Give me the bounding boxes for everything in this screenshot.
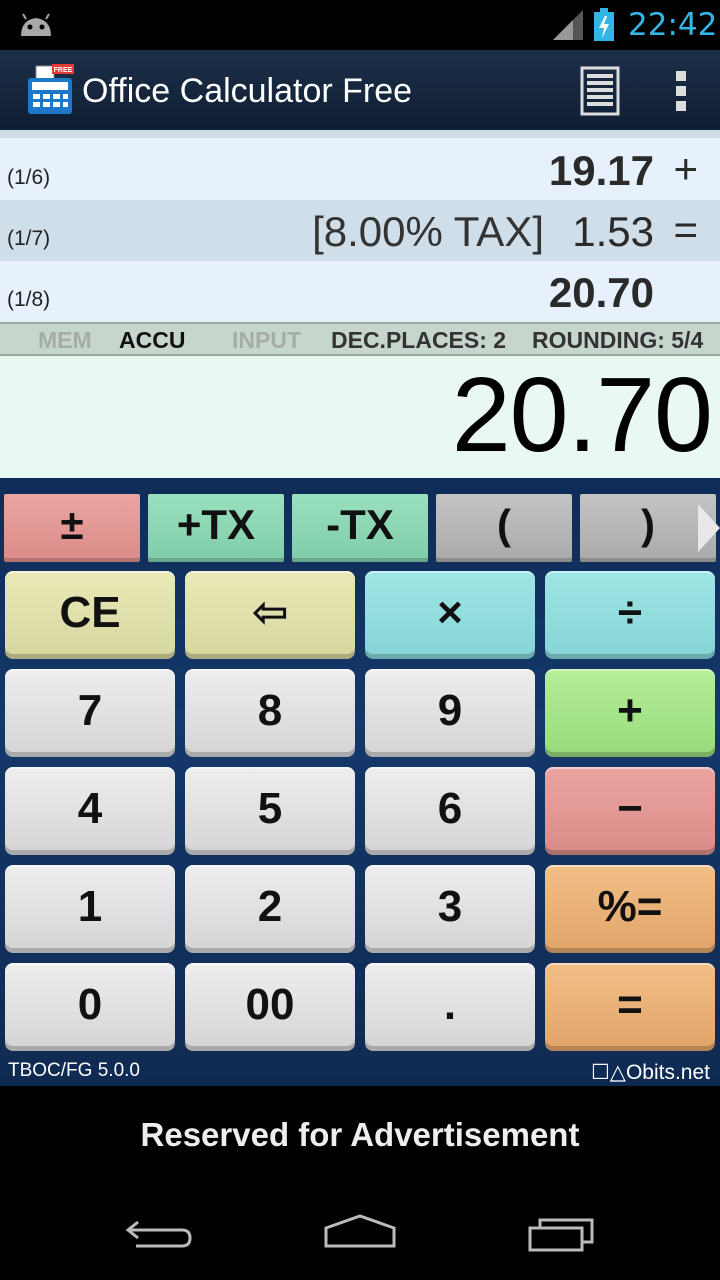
overflow-menu-icon[interactable] <box>668 68 694 114</box>
mem-indicator: MEM <box>38 327 92 353</box>
equals-button[interactable]: = <box>545 963 715 1051</box>
version-label: TBOC/FG 5.0.0 <box>8 1060 140 1081</box>
decimal-places-indicator: DEC.PLACES: 2 <box>331 327 507 353</box>
battery-charging-icon <box>594 8 614 41</box>
backspace-button[interactable]: ⇦ <box>185 571 355 659</box>
plus-minus-button[interactable]: ± <box>4 494 140 562</box>
brand-link[interactable]: ☐△Obits.net <box>591 1060 710 1085</box>
tape-row[interactable]: (1/6) 19.17 + <box>0 139 720 200</box>
tape-row-value: 1.53 <box>572 208 654 255</box>
home-icon[interactable] <box>322 1212 398 1252</box>
keypad: ± +TX -TX ( ) CE ⇦ × ÷ 7 8 9 + 4 5 6 − 1… <box>0 478 720 1086</box>
display-value: 20.70 <box>451 356 713 474</box>
digit-3-button[interactable]: 3 <box>365 865 535 953</box>
tape-row-tax-label: [8.00% TAX] <box>312 208 544 255</box>
tape-row[interactable]: (1/7) [8.00% TAX] 1.53 = <box>0 200 720 261</box>
svg-text:FREE: FREE <box>54 67 73 74</box>
result-display: 20.70 <box>0 356 720 478</box>
signal-icon <box>553 10 583 40</box>
tape-icon[interactable] <box>580 66 620 116</box>
decimal-point-button[interactable]: . <box>365 963 535 1051</box>
digit-4-button[interactable]: 4 <box>5 767 175 855</box>
tape-row-index: (1/7) <box>7 227 51 250</box>
rounding-indicator: ROUNDING: 5/4 <box>532 327 704 353</box>
tape-row-operator: + <box>673 145 698 192</box>
tape-row[interactable]: (1/8) 20.70 <box>0 261 720 322</box>
remove-tax-button[interactable]: -TX <box>292 494 428 562</box>
digit-7-button[interactable]: 7 <box>5 669 175 757</box>
tape-row-operator: = <box>673 206 698 253</box>
calculation-tape: (1/6) 19.17 + (1/7) [8.00% TAX] 1.53 = (… <box>0 130 720 322</box>
add-tax-button[interactable]: +TX <box>148 494 284 562</box>
status-info-bar: MEM ACCU INPUT DEC.PLACES: 2 ROUNDING: 5… <box>0 322 720 356</box>
digit-1-button[interactable]: 1 <box>5 865 175 953</box>
recents-icon[interactable] <box>526 1214 598 1254</box>
clear-entry-button[interactable]: CE <box>5 571 175 659</box>
double-zero-button[interactable]: 00 <box>185 963 355 1051</box>
status-bar: 22:42 <box>0 0 720 50</box>
multiply-button[interactable]: × <box>365 571 535 659</box>
tape-partial-row <box>0 130 720 138</box>
close-paren-button[interactable]: ) <box>580 494 716 562</box>
advertisement-placeholder: Reserved for Advertisement <box>140 1116 580 1153</box>
tape-row-value: 19.17 <box>548 147 654 194</box>
digit-0-button[interactable]: 0 <box>5 963 175 1051</box>
accu-indicator: ACCU <box>119 327 186 353</box>
open-paren-button[interactable]: ( <box>436 494 572 562</box>
divide-button[interactable]: ÷ <box>545 571 715 659</box>
scroll-right-icon[interactable] <box>698 504 720 552</box>
tape-row-index: (1/6) <box>7 166 51 189</box>
app-calculator-icon: FREE <box>28 64 74 114</box>
tape-row-index: (1/8) <box>7 288 51 311</box>
back-icon[interactable] <box>124 1214 196 1254</box>
digit-5-button[interactable]: 5 <box>185 767 355 855</box>
plus-button[interactable]: + <box>545 669 715 757</box>
digit-2-button[interactable]: 2 <box>185 865 355 953</box>
digit-8-button[interactable]: 8 <box>185 669 355 757</box>
advertisement-area: Reserved for Advertisement <box>0 1086 720 1186</box>
tape-row-value: 20.70 <box>548 269 654 316</box>
digit-6-button[interactable]: 6 <box>365 767 535 855</box>
percent-equals-button[interactable]: %= <box>545 865 715 953</box>
navigation-bar <box>0 1186 720 1280</box>
input-indicator: INPUT <box>232 327 301 353</box>
digit-9-button[interactable]: 9 <box>365 669 535 757</box>
action-bar: FREE Office Calculator Free <box>0 50 720 130</box>
minus-button[interactable]: − <box>545 767 715 855</box>
app-title: Office Calculator Free <box>82 72 413 110</box>
android-icon <box>21 13 51 36</box>
clock: 22:42 <box>628 7 718 43</box>
